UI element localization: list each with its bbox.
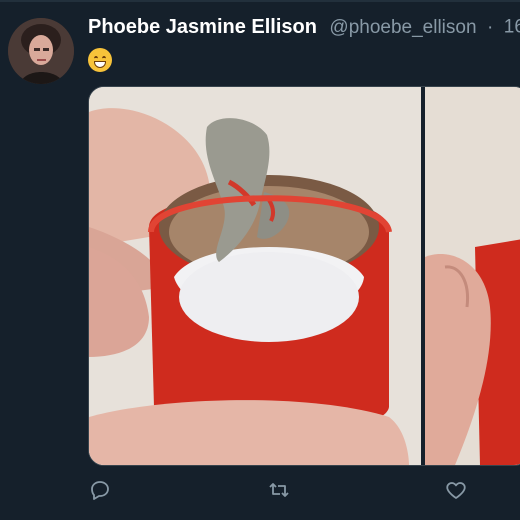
- media-grid: [88, 86, 520, 466]
- media-photo-2[interactable]: [425, 87, 520, 465]
- reply-icon: [91, 481, 109, 500]
- tweet-text: [88, 44, 112, 74]
- top-divider: [0, 0, 520, 2]
- heart-icon: [446, 482, 466, 499]
- tweet-header: Phoebe Jasmine Ellison @phoebe_ellison ·…: [88, 16, 520, 48]
- display-name[interactable]: Phoebe Jasmine Ellison: [88, 16, 317, 38]
- media-photo-1[interactable]: [89, 87, 421, 465]
- separator-dot: ·: [487, 16, 494, 38]
- like-button[interactable]: [444, 478, 470, 504]
- avatar[interactable]: [8, 18, 74, 84]
- retweet-button[interactable]: [267, 478, 293, 504]
- avatar-image: [8, 18, 74, 84]
- user-handle[interactable]: @phoebe_ellison: [329, 17, 476, 38]
- reply-button[interactable]: [88, 478, 114, 504]
- timestamp[interactable]: 16h: [504, 17, 520, 38]
- retweet-icon: [269, 483, 289, 497]
- grinning-face-emoji-icon: [88, 48, 112, 73]
- tweet-actions: [0, 478, 520, 506]
